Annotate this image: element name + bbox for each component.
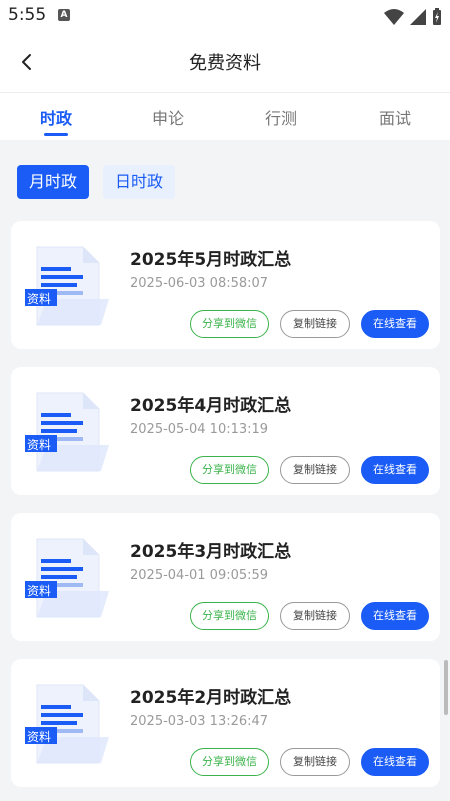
tab-mianshi[interactable]: 面试 (355, 105, 435, 129)
app-header: 免费资料 (0, 32, 450, 92)
tab-shenlun[interactable]: 申论 (128, 105, 208, 129)
active-tab-indicator (44, 133, 68, 136)
share-wechat-button[interactable]: 分享到微信 (190, 456, 269, 484)
card-date: 2025-06-03 08:58:07 (130, 276, 269, 291)
status-bar: 5:55 A (0, 0, 450, 32)
share-wechat-button[interactable]: 分享到微信 (190, 602, 269, 630)
thumbnail-label: 资料 (27, 292, 52, 306)
share-wechat-button[interactable]: 分享到微信 (190, 748, 269, 776)
view-online-button[interactable]: 在线查看 (361, 602, 429, 630)
battery-icon (433, 7, 441, 25)
material-card[interactable]: 资料 2025年2月时政汇总 2025-03-03 13:26:47 分享到微信… (11, 659, 440, 787)
thumbnail-label: 资料 (27, 584, 52, 598)
tab-shizheng[interactable]: 时政 (16, 105, 96, 129)
material-card[interactable]: 资料 2025年3月时政汇总 2025-04-01 09:05:59 分享到微信… (11, 513, 440, 641)
filter-monthly[interactable]: 月时政 (17, 165, 90, 199)
status-icons (383, 6, 442, 26)
page-title: 免费资料 (189, 53, 261, 74)
material-card[interactable]: 资料 2025年5月时政汇总 2025-06-03 08:58:07 分享到微信… (11, 221, 440, 349)
material-card[interactable]: 资料 2025年4月时政汇总 2025-05-04 10:13:19 分享到微信… (11, 367, 440, 495)
card-title: 2025年4月时政汇总 (130, 396, 292, 416)
card-date: 2025-04-01 09:05:59 (130, 568, 269, 583)
scrollbar[interactable] (444, 660, 448, 715)
signal-icon (409, 8, 426, 25)
view-online-button[interactable]: 在线查看 (361, 748, 429, 776)
copy-link-button[interactable]: 复制链接 (280, 602, 350, 630)
thumbnail-label: 资料 (27, 438, 52, 452)
card-title: 2025年3月时政汇总 (130, 542, 292, 562)
notification-icon: A (58, 9, 70, 21)
document-thumbnail-icon: 资料 (21, 533, 113, 623)
filter-daily[interactable]: 日时政 (103, 165, 176, 199)
document-thumbnail-icon: 资料 (21, 241, 113, 331)
status-time: 5:55 (8, 5, 47, 25)
card-title: 2025年5月时政汇总 (130, 250, 292, 270)
copy-link-button[interactable]: 复制链接 (280, 456, 350, 484)
copy-link-button[interactable]: 复制链接 (280, 310, 350, 338)
card-date: 2025-05-04 10:13:19 (130, 422, 269, 437)
copy-link-button[interactable]: 复制链接 (280, 748, 350, 776)
card-title: 2025年2月时政汇总 (130, 688, 292, 708)
card-date: 2025-03-03 13:26:47 (130, 714, 269, 729)
thumbnail-label: 资料 (27, 730, 52, 744)
document-thumbnail-icon: 资料 (21, 679, 113, 769)
view-online-button[interactable]: 在线查看 (361, 310, 429, 338)
document-thumbnail-icon: 资料 (21, 387, 113, 477)
tab-xingce[interactable]: 行测 (241, 105, 321, 129)
share-wechat-button[interactable]: 分享到微信 (190, 310, 269, 338)
view-online-button[interactable]: 在线查看 (361, 456, 429, 484)
wifi-icon (383, 8, 404, 25)
